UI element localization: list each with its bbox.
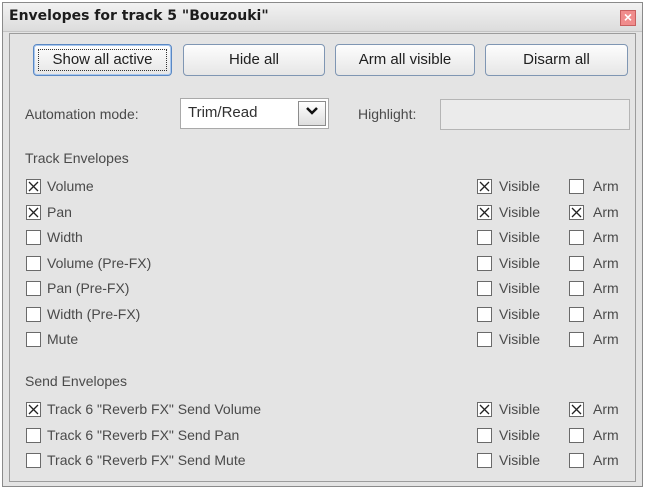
show-all-active-label: Show all active <box>52 51 153 68</box>
envelope-active-checkbox[interactable] <box>26 306 41 322</box>
envelope-active-checkbox[interactable] <box>26 402 41 417</box>
arm-checkbox[interactable] <box>569 306 584 322</box>
arm-checkbox[interactable] <box>569 332 584 347</box>
automation-mode-select[interactable]: Trim/Read <box>180 98 329 129</box>
envelope-row: Track 6 "Reverb FX" Send Mute Visible Arm <box>0 450 647 472</box>
envelope-name: Pan <box>47 203 72 220</box>
visible-label: Visible <box>499 452 540 468</box>
envelope-row: Width (Pre-FX) Visible Arm <box>0 304 647 326</box>
send-envelopes-heading: Send Envelopes <box>25 373 127 389</box>
visible-checkbox[interactable] <box>477 427 492 443</box>
arm-checkbox[interactable] <box>569 255 584 271</box>
visible-label: Visible <box>499 203 540 220</box>
arm-label: Arm <box>593 401 619 417</box>
arm-label: Arm <box>593 426 619 443</box>
visible-checkbox[interactable] <box>477 306 492 322</box>
visible-checkbox[interactable] <box>477 179 492 194</box>
envelope-name: Track 6 "Reverb FX" Send Mute <box>47 452 246 468</box>
visible-checkbox[interactable] <box>477 255 492 271</box>
disarm-all-button[interactable]: Disarm all <box>485 44 628 76</box>
arm-checkbox[interactable] <box>569 179 584 194</box>
envelope-active-checkbox[interactable] <box>26 281 41 296</box>
visible-checkbox[interactable] <box>477 230 492 245</box>
envelope-name: Width <box>47 229 83 245</box>
visible-label: Visible <box>499 331 540 347</box>
automation-mode-label: Automation mode: <box>25 106 139 122</box>
visible-checkbox[interactable] <box>477 402 492 417</box>
envelope-active-checkbox[interactable] <box>26 230 41 245</box>
visible-label: Visible <box>499 401 540 417</box>
visible-checkbox[interactable] <box>477 332 492 347</box>
arm-label: Arm <box>593 452 619 468</box>
arm-label: Arm <box>593 178 619 194</box>
arm-label: Arm <box>593 254 619 271</box>
visible-checkbox[interactable] <box>477 281 492 296</box>
envelope-row: Mute Visible Arm <box>0 329 647 351</box>
show-all-active-button[interactable]: Show all active <box>33 44 172 76</box>
visible-checkbox[interactable] <box>477 204 492 220</box>
arm-checkbox[interactable] <box>569 453 584 468</box>
envelope-row: Pan Visible Arm <box>0 202 647 224</box>
title-bar[interactable]: Envelopes for track 5 "Bouzouki" × <box>3 3 642 32</box>
close-icon[interactable]: × <box>620 10 636 26</box>
envelope-active-checkbox[interactable] <box>26 453 41 468</box>
envelope-active-checkbox[interactable] <box>26 255 41 271</box>
envelope-name: Track 6 "Reverb FX" Send Volume <box>47 401 262 417</box>
envelope-name: Pan (Pre-FX) <box>47 280 130 296</box>
chevron-down-icon[interactable] <box>298 101 326 126</box>
envelope-active-checkbox[interactable] <box>26 179 41 194</box>
arm-checkbox[interactable] <box>569 281 584 296</box>
visible-label: Visible <box>499 254 540 271</box>
envelope-row: Volume Visible Arm <box>0 176 647 198</box>
envelope-row: Pan (Pre-FX) Visible Arm <box>0 278 647 300</box>
arm-all-visible-label: Arm all visible <box>358 51 452 68</box>
track-envelopes-heading: Track Envelopes <box>25 150 129 166</box>
arm-checkbox[interactable] <box>569 204 584 220</box>
window-title: Envelopes for track 5 "Bouzouki" <box>9 8 269 24</box>
highlight-label: Highlight: <box>358 106 417 122</box>
arm-checkbox[interactable] <box>569 230 584 245</box>
hide-all-label: Hide all <box>228 51 280 68</box>
visible-label: Visible <box>499 229 540 245</box>
arm-label: Arm <box>593 280 619 296</box>
arm-checkbox[interactable] <box>569 402 584 417</box>
arm-label: Arm <box>593 331 619 347</box>
highlight-input[interactable] <box>440 99 630 130</box>
visible-label: Visible <box>499 178 540 194</box>
hide-all-button[interactable]: Hide all <box>183 44 325 76</box>
arm-label: Arm <box>593 229 619 245</box>
automation-mode-value: Trim/Read <box>188 104 258 121</box>
envelope-row: Track 6 "Reverb FX" Send Pan Visible Arm <box>0 425 647 447</box>
envelope-active-checkbox[interactable] <box>26 332 41 347</box>
envelope-name: Mute <box>47 331 79 347</box>
envelope-name: Track 6 "Reverb FX" Send Pan <box>47 426 240 443</box>
arm-all-visible-button[interactable]: Arm all visible <box>335 44 475 76</box>
envelope-active-checkbox[interactable] <box>26 204 41 220</box>
visible-label: Visible <box>499 426 540 443</box>
disarm-all-label: Disarm all <box>523 51 590 68</box>
arm-checkbox[interactable] <box>569 427 584 443</box>
envelope-name: Volume (Pre-FX) <box>47 254 152 271</box>
envelope-row: Volume (Pre-FX) Visible Arm <box>0 253 647 275</box>
envelope-name: Width (Pre-FX) <box>47 305 141 322</box>
envelope-active-checkbox[interactable] <box>26 427 41 443</box>
arm-label: Arm <box>593 305 619 322</box>
visible-label: Visible <box>499 305 540 322</box>
envelope-row: Track 6 "Reverb FX" Send Volume Visible Ar… <box>0 399 647 421</box>
envelope-row: Width Visible Arm <box>0 227 647 249</box>
arm-label: Arm <box>593 203 619 220</box>
visible-checkbox[interactable] <box>477 453 492 468</box>
envelope-name: Volume <box>47 178 94 194</box>
visible-label: Visible <box>499 280 540 296</box>
